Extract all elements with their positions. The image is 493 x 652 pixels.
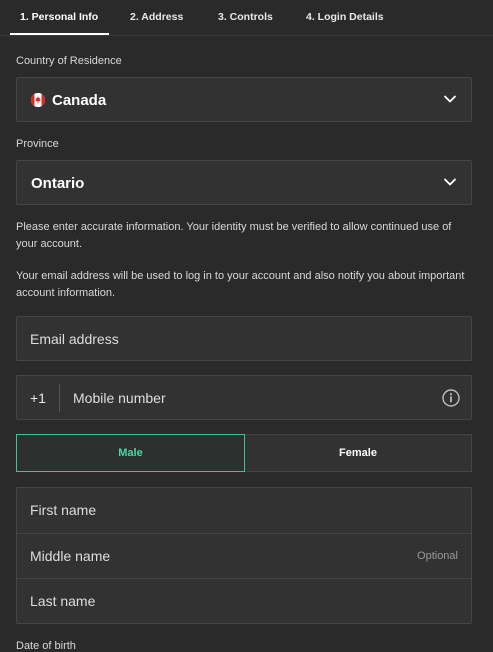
country-select[interactable]: Canada: [16, 77, 472, 122]
tab-controls[interactable]: 3. Controls: [218, 11, 273, 23]
step-tabs: 1. Personal Info 2. Address 3. Controls …: [0, 0, 493, 36]
email-notice: Your email address will be used to log i…: [16, 270, 465, 299]
last-name-field[interactable]: Last name: [17, 578, 471, 623]
male-button[interactable]: Male: [16, 434, 245, 472]
mobile-field[interactable]: +1 Mobile number: [16, 375, 472, 420]
prefix-divider: [59, 384, 60, 412]
middle-name-field[interactable]: Middle name Optional: [17, 533, 471, 578]
tab-address[interactable]: 2. Address: [130, 11, 183, 23]
email-placeholder: Email address: [30, 331, 119, 347]
canada-flag-icon: [31, 93, 45, 107]
mobile-placeholder: Mobile number: [73, 390, 166, 406]
chevron-down-icon: [443, 92, 457, 106]
province-select[interactable]: Ontario: [16, 160, 472, 205]
name-fields: First name Middle name Optional Last nam…: [16, 487, 472, 624]
last-name-placeholder: Last name: [30, 593, 96, 609]
optional-hint: Optional: [417, 550, 458, 562]
gender-toggle: Male Female: [16, 434, 472, 472]
active-tab-indicator: [10, 33, 109, 35]
tab-personal-info[interactable]: 1. Personal Info: [20, 11, 98, 23]
chevron-down-icon: [443, 175, 457, 189]
country-label: Country of Residence: [16, 55, 122, 67]
province-value: Ontario: [31, 175, 85, 192]
country-code-prefix[interactable]: +1: [30, 390, 46, 406]
country-value: Canada: [52, 92, 107, 109]
middle-name-placeholder: Middle name: [30, 548, 111, 564]
info-icon[interactable]: [442, 389, 460, 407]
email-field[interactable]: Email address: [16, 316, 472, 361]
dob-label: Date of birth: [16, 640, 76, 652]
first-name-placeholder: First name: [30, 502, 97, 518]
province-label: Province: [16, 138, 59, 150]
identity-notice: Please enter accurate information. Your …: [16, 221, 452, 250]
female-button[interactable]: Female: [245, 434, 472, 472]
tab-login-details[interactable]: 4. Login Details: [306, 11, 384, 23]
first-name-field[interactable]: First name: [17, 488, 471, 533]
